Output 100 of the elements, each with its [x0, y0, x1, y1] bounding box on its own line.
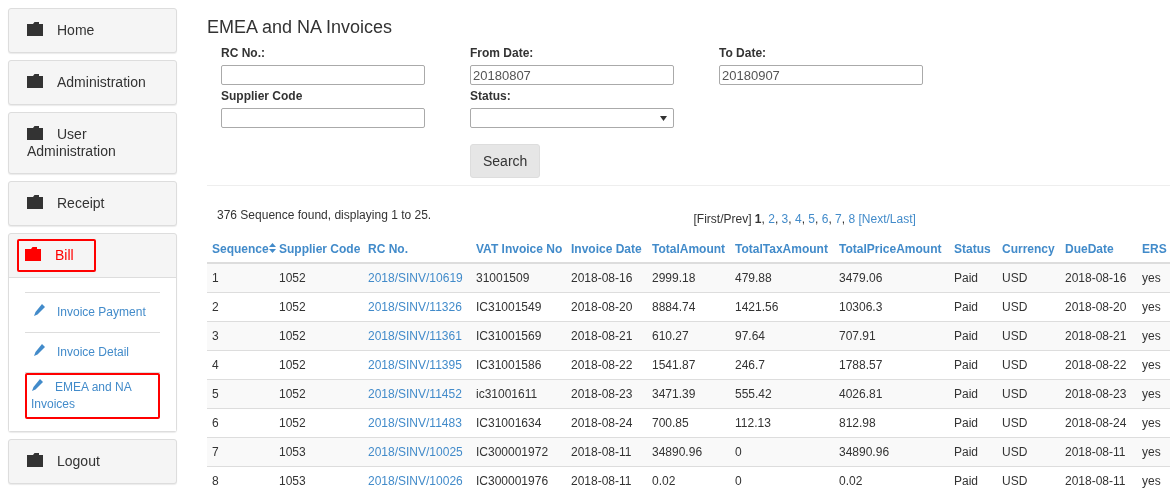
rc-link[interactable]: 2018/SINV/11483	[363, 408, 471, 438]
pager-text: [First/Prev]	[693, 212, 752, 226]
nav-item[interactable]: Receipt	[25, 193, 107, 214]
pencil-icon	[33, 304, 45, 316]
table-cell: IC31001549	[471, 292, 566, 322]
table-cell: 31001509	[471, 263, 566, 293]
table-cell: 1052	[274, 379, 363, 409]
table-cell: USD	[997, 292, 1060, 322]
table-cell: 1052	[274, 408, 363, 438]
table-cell: yes	[1137, 321, 1170, 351]
table-cell: 97.64	[730, 321, 834, 351]
field-label: RC No.:	[221, 46, 266, 60]
table-cell: 10306.3	[834, 292, 949, 322]
rc-link[interactable]: 2018/SINV/11452	[363, 379, 471, 409]
table-cell: 0	[730, 466, 834, 490]
submenu-link[interactable]: Invoice Detail	[31, 342, 132, 363]
rc-link[interactable]: 2018/SINV/10619	[363, 263, 471, 293]
folder-icon	[27, 126, 43, 140]
input-field[interactable]	[221, 65, 425, 85]
table-cell: IC300001976	[471, 466, 566, 490]
table-cell: 2	[207, 292, 274, 322]
table-cell: IC31001634	[471, 408, 566, 438]
table-cell: 7	[207, 437, 274, 467]
sort-icon[interactable]	[268, 243, 276, 253]
rc-link[interactable]: 2018/SINV/10026	[363, 466, 471, 490]
table-cell: 2018-08-23	[566, 379, 647, 409]
table-cell: 2018-08-20	[566, 292, 647, 322]
table-cell: 6	[207, 408, 274, 438]
field-label: Status:	[470, 89, 512, 103]
table-cell: yes	[1137, 350, 1170, 380]
page-link[interactable]: 8	[848, 212, 856, 226]
table-cell: Paid	[949, 437, 997, 467]
table-cell: 3	[207, 321, 274, 351]
table-cell: 2018-08-11	[566, 437, 647, 467]
table-cell: 246.7	[730, 350, 834, 380]
page-separator: ,	[761, 212, 765, 226]
nav-item[interactable]: Administration	[25, 72, 148, 93]
page-link[interactable]: 2	[768, 212, 775, 226]
table-cell: IC300001972	[471, 437, 566, 467]
table-cell: USD	[997, 350, 1060, 380]
table-cell: 2018-08-11	[566, 466, 647, 490]
table-cell: Paid	[949, 292, 997, 322]
input-field[interactable]: 20180907	[719, 65, 923, 85]
table-cell: USD	[997, 321, 1060, 351]
table-cell: USD	[997, 408, 1060, 438]
table-cell: yes	[1137, 466, 1170, 490]
submenu-link[interactable]: Invoice Payment	[31, 302, 148, 323]
page-separator: ,	[788, 212, 792, 226]
table-cell: 112.13	[730, 408, 834, 438]
table-cell: 2018-08-24	[566, 408, 647, 438]
rc-link[interactable]: 2018/SINV/11395	[363, 350, 471, 380]
submenu-link[interactable]: EMEA and NA Invoices	[25, 373, 160, 419]
table-cell: 8884.74	[647, 292, 730, 322]
table-cell: 2018-08-20	[1060, 292, 1137, 322]
table-cell: 1421.56	[730, 292, 834, 322]
nav-item[interactable]: Logout	[25, 451, 102, 472]
table-cell: 1788.57	[834, 350, 949, 380]
table-cell: yes	[1137, 292, 1170, 322]
page-separator: ,	[841, 212, 846, 226]
table-cell: yes	[1137, 408, 1170, 438]
nav-item[interactable]: User Administration	[25, 124, 160, 162]
page-link[interactable]: 7	[835, 212, 842, 226]
table-cell: Paid	[949, 466, 997, 490]
page-link[interactable]: 4	[795, 212, 802, 226]
rc-link[interactable]: 2018/SINV/11361	[363, 321, 471, 351]
folder-icon	[27, 74, 43, 88]
table-cell: 5	[207, 379, 274, 409]
page-link[interactable]: 1	[754, 212, 762, 226]
page-title: EMEA and NA Invoices	[207, 17, 394, 38]
rc-link[interactable]: 2018/SINV/10025	[363, 437, 471, 467]
table-cell: 1	[207, 263, 274, 293]
table-cell: IC31001586	[471, 350, 566, 380]
table-cell: USD	[997, 466, 1060, 490]
pencil-icon	[33, 344, 45, 356]
next-last-link[interactable]: [Next/Last]	[858, 212, 916, 226]
table-cell: IC31001569	[471, 321, 566, 351]
rc-link[interactable]: 2018/SINV/11326	[363, 292, 471, 322]
table-cell: Paid	[949, 408, 997, 438]
search-button[interactable]: Search	[470, 144, 541, 178]
table-cell: yes	[1137, 437, 1170, 467]
table-cell: 2018-08-22	[1060, 350, 1137, 380]
table-cell: 4	[207, 350, 274, 380]
nav-item[interactable]: Bill	[17, 239, 96, 272]
table-cell: Paid	[949, 350, 997, 380]
table-cell: 700.85	[647, 408, 730, 438]
table-cell: USD	[997, 379, 1060, 409]
table-cell: Paid	[949, 321, 997, 351]
table-cell: 479.88	[730, 263, 834, 293]
table-cell: USD	[997, 263, 1060, 293]
table-cell: 34890.96	[834, 437, 949, 467]
folder-icon	[27, 195, 43, 209]
table-cell: 1052	[274, 321, 363, 351]
field-label: Supplier Code	[221, 89, 304, 103]
input-field[interactable]: 20180807	[470, 65, 674, 85]
table-cell: 8	[207, 466, 274, 490]
nav-item[interactable]: Home	[25, 20, 97, 41]
page-separator: ,	[774, 212, 779, 226]
status-select[interactable]	[470, 108, 674, 128]
folder-icon	[25, 247, 41, 261]
input-field[interactable]	[221, 108, 425, 128]
